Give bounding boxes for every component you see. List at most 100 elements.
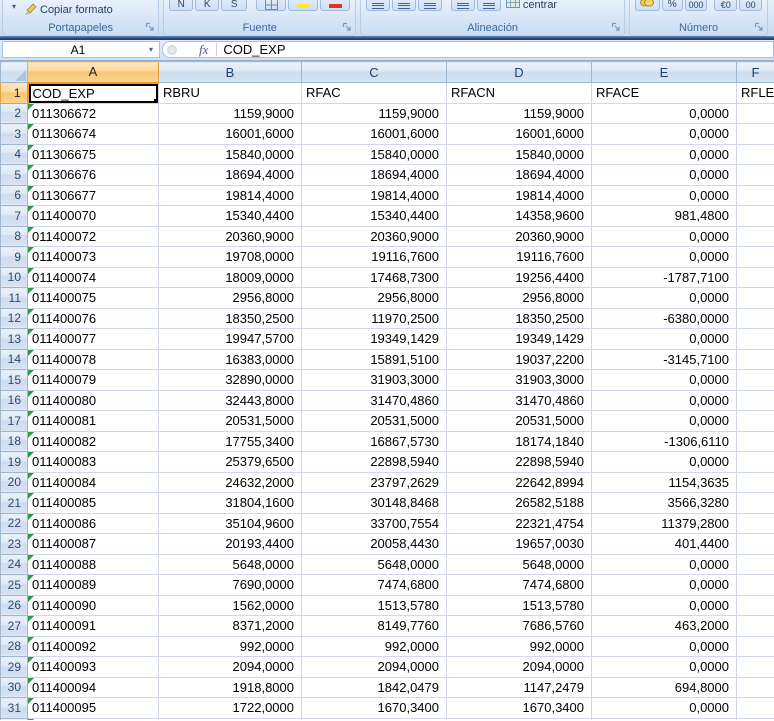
- grid-cell[interactable]: 15840,0000: [159, 144, 302, 165]
- grid-cell[interactable]: 011400088: [28, 554, 159, 575]
- row-header-8[interactable]: 8: [1, 226, 28, 247]
- grid-cell[interactable]: 011400080: [28, 390, 159, 411]
- row-header-12[interactable]: 12: [1, 308, 28, 329]
- column-header-A[interactable]: A: [28, 62, 159, 83]
- grid-cell[interactable]: [737, 636, 774, 657]
- grid-cell[interactable]: 19814,4000: [159, 185, 302, 206]
- grid-cell[interactable]: 1670,3400: [302, 698, 447, 719]
- grid-cell[interactable]: [737, 308, 774, 329]
- row-header-2[interactable]: 2: [1, 103, 28, 124]
- grid-cell[interactable]: 5648,0000: [447, 554, 592, 575]
- grid-cell[interactable]: 011306672: [28, 103, 159, 124]
- grid-cell[interactable]: -1306,6110: [592, 431, 737, 452]
- grid-cell[interactable]: 011400096: [28, 718, 159, 720]
- row-header-32[interactable]: 32: [1, 718, 28, 720]
- grid-cell[interactable]: 3566,3280: [592, 493, 737, 514]
- borders-button[interactable]: [256, 0, 286, 11]
- row-header-21[interactable]: 21: [1, 493, 28, 514]
- grid-cell[interactable]: 011400094: [28, 677, 159, 698]
- grid-cell[interactable]: 20360,9000: [302, 226, 447, 247]
- grid-cell[interactable]: 35104,9600: [159, 513, 302, 534]
- active-cell-A1[interactable]: COD_EXP: [28, 83, 159, 104]
- grid-cell[interactable]: 0,0000: [592, 411, 737, 432]
- row-header-22[interactable]: 22: [1, 513, 28, 534]
- grid-cell[interactable]: 15340,4400: [159, 206, 302, 227]
- grid-cell[interactable]: RFAC: [302, 83, 447, 104]
- grid-cell[interactable]: 20624,1000: [447, 718, 592, 720]
- row-header-4[interactable]: 4: [1, 144, 28, 165]
- grid-cell[interactable]: 981,4800: [592, 206, 737, 227]
- increase-decimal-button[interactable]: €0: [714, 0, 737, 11]
- grid-cell[interactable]: -3145,7100: [592, 349, 737, 370]
- grid-cell[interactable]: 2956,8000: [159, 288, 302, 309]
- grid-cell[interactable]: 33700,7554: [302, 513, 447, 534]
- grid-cell[interactable]: 19657,0030: [447, 534, 592, 555]
- grid-cell[interactable]: 19116,7600: [447, 247, 592, 268]
- grid-cell[interactable]: 011400081: [28, 411, 159, 432]
- row-header-5[interactable]: 5: [1, 165, 28, 186]
- grid-cell[interactable]: [737, 575, 774, 596]
- grid-cell[interactable]: RBRU: [159, 83, 302, 104]
- grid-cell[interactable]: 011400085: [28, 493, 159, 514]
- grid-cell[interactable]: 18350,2500: [447, 308, 592, 329]
- grid-cell[interactable]: 20193,4400: [159, 534, 302, 555]
- column-header-B[interactable]: B: [159, 62, 302, 83]
- grid-cell[interactable]: 1670,3400: [447, 698, 592, 719]
- grid-cell[interactable]: 16001,6000: [302, 124, 447, 145]
- grid-cell[interactable]: 0,0000: [592, 390, 737, 411]
- align-right-button[interactable]: [418, 0, 442, 11]
- grid-cell[interactable]: [737, 472, 774, 493]
- grid-cell[interactable]: 19349,1429: [302, 329, 447, 350]
- grid-cell[interactable]: 11970,2500: [302, 308, 447, 329]
- grid-cell[interactable]: [737, 124, 774, 145]
- grid-cell[interactable]: 19116,7600: [302, 247, 447, 268]
- grid-cell[interactable]: [737, 370, 774, 391]
- row-header-28[interactable]: 28: [1, 636, 28, 657]
- row-header-25[interactable]: 25: [1, 575, 28, 596]
- grid-cell[interactable]: 20360,9000: [447, 226, 592, 247]
- grid-cell[interactable]: 011400074: [28, 267, 159, 288]
- grid-cell[interactable]: 011400078: [28, 349, 159, 370]
- column-header-E[interactable]: E: [592, 62, 737, 83]
- grid-cell[interactable]: 32890,0000: [159, 370, 302, 391]
- comma-style-button[interactable]: 000: [685, 0, 708, 11]
- row-header-1[interactable]: 1: [1, 83, 28, 104]
- increase-indent-button[interactable]: [477, 0, 501, 11]
- grid-cell[interactable]: 1918,8000: [159, 677, 302, 698]
- grid-cell[interactable]: [737, 534, 774, 555]
- grid-cell[interactable]: 011400070: [28, 206, 159, 227]
- grid-cell[interactable]: 7690,0000: [159, 575, 302, 596]
- grid-cell[interactable]: 0,0000: [592, 329, 737, 350]
- row-header-6[interactable]: 6: [1, 185, 28, 206]
- grid-cell[interactable]: 011306676: [28, 165, 159, 186]
- grid-cell[interactable]: 1513,5780: [302, 595, 447, 616]
- grid-cell[interactable]: [737, 226, 774, 247]
- grid-cell[interactable]: 19947,5700: [159, 329, 302, 350]
- row-header-3[interactable]: 3: [1, 124, 28, 145]
- grid-cell[interactable]: 2956,8000: [447, 288, 592, 309]
- grid-cell[interactable]: 7474,6800: [447, 575, 592, 596]
- row-header-29[interactable]: 29: [1, 657, 28, 678]
- grid-cell[interactable]: RFACN: [447, 83, 592, 104]
- row-header-16[interactable]: 16: [1, 390, 28, 411]
- grid-cell[interactable]: 0,0000: [592, 718, 737, 720]
- grid-cell[interactable]: 20624,1000: [302, 718, 447, 720]
- grid-cell[interactable]: 0,0000: [592, 575, 737, 596]
- grid-cell[interactable]: 0,0000: [592, 144, 737, 165]
- grid-cell[interactable]: 401,4400: [592, 534, 737, 555]
- font-dialog-launcher-icon[interactable]: [342, 22, 352, 32]
- grid-cell[interactable]: [737, 657, 774, 678]
- row-header-20[interactable]: 20: [1, 472, 28, 493]
- grid-cell[interactable]: 20531,5000: [447, 411, 592, 432]
- grid-cell[interactable]: 20531,5000: [302, 411, 447, 432]
- grid-cell[interactable]: [737, 411, 774, 432]
- grid-cell[interactable]: 22898,5940: [447, 452, 592, 473]
- grid-cell[interactable]: 992,0000: [302, 636, 447, 657]
- grid-cell[interactable]: 1159,9000: [159, 103, 302, 124]
- grid-cell[interactable]: 16001,6000: [159, 124, 302, 145]
- grid-cell[interactable]: 17755,3400: [159, 431, 302, 452]
- grid-cell[interactable]: [737, 616, 774, 637]
- bold-button[interactable]: N: [169, 0, 193, 11]
- grid-cell[interactable]: 25379,6500: [159, 452, 302, 473]
- format-painter-button[interactable]: Copiar formato: [21, 1, 116, 19]
